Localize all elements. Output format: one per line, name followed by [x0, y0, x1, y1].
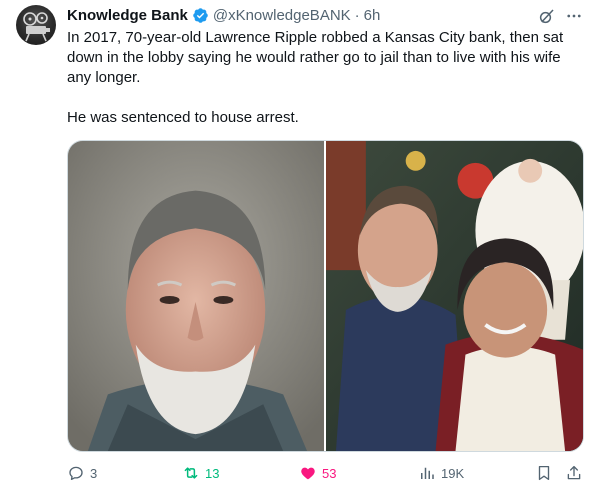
tweet-paragraph-1: In 2017, 70-year-old Lawrence Ripple rob… [67, 29, 564, 86]
share-button[interactable] [565, 463, 583, 483]
media-grid [67, 140, 584, 452]
tweet-paragraph-2: He was sentenced to house arrest. [67, 109, 299, 126]
reply-icon [69, 466, 83, 481]
author-name[interactable]: Knowledge Bank [67, 7, 188, 24]
views-button[interactable]: 19K [418, 463, 464, 483]
separator-dot: · [354, 6, 360, 24]
tweet[interactable]: Knowledge Bank @xKnowledgeBANK · 6h In 2… [0, 0, 599, 499]
views-count: 19K [441, 465, 465, 481]
heart-icon [301, 467, 315, 480]
tweet-header: Knowledge Bank @xKnowledgeBANK · 6h [67, 5, 380, 25]
grok-icon[interactable] [538, 7, 556, 25]
like-button[interactable]: 53 [299, 463, 336, 483]
retweet-count: 13 [205, 465, 220, 481]
verified-badge-icon[interactable] [192, 7, 209, 24]
tweet-timestamp[interactable]: 6h [364, 7, 381, 24]
couple-photo[interactable] [326, 141, 583, 451]
share-icon [567, 465, 581, 480]
bookmark-icon [538, 465, 550, 481]
author-avatar[interactable] [16, 5, 56, 45]
views-icon [421, 467, 434, 479]
retweet-icon [184, 467, 198, 479]
reply-count: 3 [90, 465, 98, 481]
like-count: 53 [322, 465, 337, 481]
more-options-icon[interactable] [565, 7, 583, 25]
author-handle[interactable]: @xKnowledgeBANK [213, 7, 351, 24]
retweet-button[interactable]: 13 [182, 463, 219, 483]
tweet-actions: 3 13 53 19K [67, 463, 587, 483]
mugshot-photo[interactable] [68, 141, 324, 451]
reply-button[interactable]: 3 [67, 463, 97, 483]
couple-illustration [326, 141, 583, 451]
film-projector-icon [23, 12, 50, 42]
bookmark-button[interactable] [535, 463, 553, 483]
tweet-text: In 2017, 70-year-old Lawrence Ripple rob… [67, 28, 587, 128]
mugshot-illustration [68, 141, 324, 451]
